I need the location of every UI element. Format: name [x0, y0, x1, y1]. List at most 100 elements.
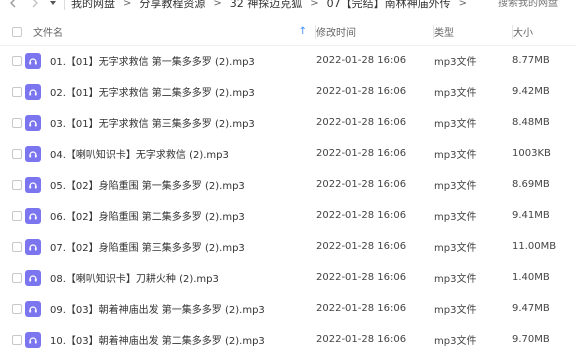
- file-row[interactable]: 04.【喇叭知识卡】无字求救信 (2).mp3 2022-01-28 16:06…: [0, 138, 576, 169]
- file-list: 01.【01】无字求救信 第一集多多罗 (2).mp3 2022-01-28 1…: [0, 45, 576, 355]
- file-type: mp3文件: [434, 181, 477, 192]
- file-date: 2022-01-28 16:06: [316, 241, 407, 252]
- arrow-right-icon: [32, 0, 38, 8]
- file-name[interactable]: 04.【喇叭知识卡】无字求救信 (2).mp3: [50, 146, 229, 161]
- audio-file-icon: [25, 269, 41, 286]
- file-type: mp3文件: [434, 305, 477, 316]
- file-size: 8.69MB: [512, 179, 550, 190]
- file-size: 11.00MB: [512, 241, 557, 252]
- file-type: mp3文件: [434, 119, 477, 130]
- row-checkbox[interactable]: [11, 303, 22, 314]
- audio-file-icon: [25, 52, 41, 69]
- sort-up-icon: ↑: [298, 25, 307, 37]
- row-checkbox[interactable]: [11, 241, 22, 252]
- select-all-cell: [0, 26, 33, 37]
- back-button[interactable]: [2, 0, 24, 14]
- file-name-cell: 06.【02】身陷重围 第二集多多罗 (2).mp3: [25, 207, 316, 224]
- nav-divider: [64, 0, 65, 10]
- file-date: 2022-01-28 16:06: [316, 272, 407, 283]
- row-checkbox[interactable]: [11, 334, 22, 345]
- audio-file-icon: [25, 238, 41, 255]
- file-size: 9.41MB: [512, 210, 550, 221]
- arrow-left-icon: [10, 0, 16, 8]
- select-all-checkbox[interactable]: [11, 26, 22, 37]
- breadcrumb-item-series[interactable]: 32 神探迈克狐: [228, 0, 305, 11]
- chevron-down-icon: [50, 1, 56, 5]
- audio-file-icon: [25, 207, 41, 224]
- file-name[interactable]: 01.【01】无字求救信 第一集多多罗 (2).mp3: [50, 53, 255, 68]
- breadcrumb-item-share[interactable]: 分享教程资源: [137, 0, 207, 11]
- file-name[interactable]: 07.【02】身陷重围 第三集多多罗 (2).mp3: [50, 239, 245, 254]
- file-name[interactable]: 09.【03】朝着神庙出发 第一集多多罗 (2).mp3: [50, 301, 265, 316]
- file-type: mp3文件: [434, 243, 477, 254]
- column-header-name[interactable]: 文件名 ↑: [33, 24, 315, 39]
- file-name-cell: 09.【03】朝着神庙出发 第一集多多罗 (2).mp3: [25, 300, 316, 317]
- file-row[interactable]: 03.【01】无字求救信 第三集多多罗 (2).mp3 2022-01-28 1…: [0, 107, 576, 138]
- file-row[interactable]: 06.【02】身陷重围 第二集多多罗 (2).mp3 2022-01-28 16…: [0, 200, 576, 231]
- column-header-type[interactable]: 类型: [434, 24, 512, 39]
- file-row[interactable]: 09.【03】朝着神庙出发 第一集多多罗 (2).mp3 2022-01-28 …: [0, 293, 576, 324]
- file-name[interactable]: 03.【01】无字求救信 第三集多多罗 (2).mp3: [50, 115, 255, 130]
- file-type: mp3文件: [434, 274, 477, 285]
- file-date: 2022-01-28 16:06: [316, 148, 407, 159]
- history-dropdown[interactable]: [46, 0, 60, 14]
- file-date: 2022-01-28 16:06: [316, 86, 407, 97]
- file-size: 1.40MB: [512, 272, 550, 283]
- file-date: 2022-01-28 16:06: [316, 303, 407, 314]
- breadcrumb-separator: >: [458, 0, 468, 9]
- forward-button[interactable]: [24, 0, 46, 14]
- audio-file-icon: [25, 145, 41, 162]
- file-name-cell: 05.【02】身陷重围 第一集多多罗 (2).mp3: [25, 176, 316, 193]
- search-input[interactable]: [496, 0, 572, 10]
- file-size: 9.47MB: [512, 303, 550, 314]
- file-date: 2022-01-28 16:06: [316, 55, 407, 66]
- file-size: 9.42MB: [512, 86, 550, 97]
- file-row[interactable]: 07.【02】身陷重围 第三集多多罗 (2).mp3 2022-01-28 16…: [0, 231, 576, 262]
- column-header-size[interactable]: 大小: [513, 24, 576, 39]
- breadcrumb-separator: >: [213, 0, 222, 9]
- column-header-type-label: 类型: [434, 28, 454, 39]
- column-header-date-label: 修改时间: [316, 28, 356, 39]
- file-name-cell: 01.【01】无字求救信 第一集多多罗 (2).mp3: [25, 52, 316, 69]
- file-name[interactable]: 05.【02】身陷重围 第一集多多罗 (2).mp3: [50, 177, 245, 192]
- file-size: 1003KB: [512, 148, 551, 159]
- column-header-date[interactable]: 修改时间: [316, 24, 433, 39]
- file-size: 8.77MB: [512, 55, 550, 66]
- row-checkbox[interactable]: [11, 55, 22, 66]
- file-type: mp3文件: [434, 57, 477, 68]
- file-name-cell: 03.【01】无字求救信 第三集多多罗 (2).mp3: [25, 114, 316, 131]
- row-checkbox[interactable]: [11, 117, 22, 128]
- audio-file-icon: [25, 83, 41, 100]
- breadcrumb-separator: >: [123, 0, 132, 9]
- file-name-cell: 08.【喇叭知识卡】刀耕火种 (2).mp3: [25, 269, 316, 286]
- row-checkbox[interactable]: [11, 86, 22, 97]
- row-checkbox[interactable]: [11, 179, 22, 190]
- navigation-bar: 我的网盘 > 分享教程资源 > 32 神探迈克狐 > 07【完结】南林神庙外传 …: [0, 0, 576, 14]
- breadcrumb-item-root[interactable]: 我的网盘: [69, 0, 117, 11]
- file-name[interactable]: 06.【02】身陷重围 第二集多多罗 (2).mp3: [50, 208, 245, 223]
- file-name[interactable]: 02.【01】无字求救信 第二集多多罗 (2).mp3: [50, 84, 255, 99]
- search-box: [490, 0, 574, 13]
- file-row[interactable]: 02.【01】无字求救信 第二集多多罗 (2).mp3 2022-01-28 1…: [0, 76, 576, 107]
- file-row[interactable]: 08.【喇叭知识卡】刀耕火种 (2).mp3 2022-01-28 16:06 …: [0, 262, 576, 293]
- file-type: mp3文件: [434, 88, 477, 99]
- column-header-name-label: 文件名: [33, 28, 63, 39]
- file-row[interactable]: 10.【03】朝着神庙出发 第二集多多罗 (2).mp3 2022-01-28 …: [0, 324, 576, 355]
- audio-file-icon: [25, 176, 41, 193]
- file-name-cell: 04.【喇叭知识卡】无字求救信 (2).mp3: [25, 145, 316, 162]
- breadcrumb-item-current[interactable]: 07【完结】南林神庙外传: [325, 0, 453, 11]
- file-row[interactable]: 05.【02】身陷重围 第一集多多罗 (2).mp3 2022-01-28 16…: [0, 169, 576, 200]
- file-type: mp3文件: [434, 336, 477, 347]
- row-checkbox[interactable]: [11, 148, 22, 159]
- file-name[interactable]: 10.【03】朝着神庙出发 第二集多多罗 (2).mp3: [50, 332, 265, 347]
- row-checkbox[interactable]: [11, 272, 22, 283]
- audio-file-icon: [25, 300, 41, 317]
- file-type: mp3文件: [434, 212, 477, 223]
- file-row[interactable]: 01.【01】无字求救信 第一集多多罗 (2).mp3 2022-01-28 1…: [0, 45, 576, 76]
- file-date: 2022-01-28 16:06: [316, 210, 407, 221]
- file-date: 2022-01-28 16:06: [316, 117, 407, 128]
- file-name-cell: 02.【01】无字求救信 第二集多多罗 (2).mp3: [25, 83, 316, 100]
- audio-file-icon: [25, 331, 41, 348]
- file-name[interactable]: 08.【喇叭知识卡】刀耕火种 (2).mp3: [50, 270, 219, 285]
- row-checkbox[interactable]: [11, 210, 22, 221]
